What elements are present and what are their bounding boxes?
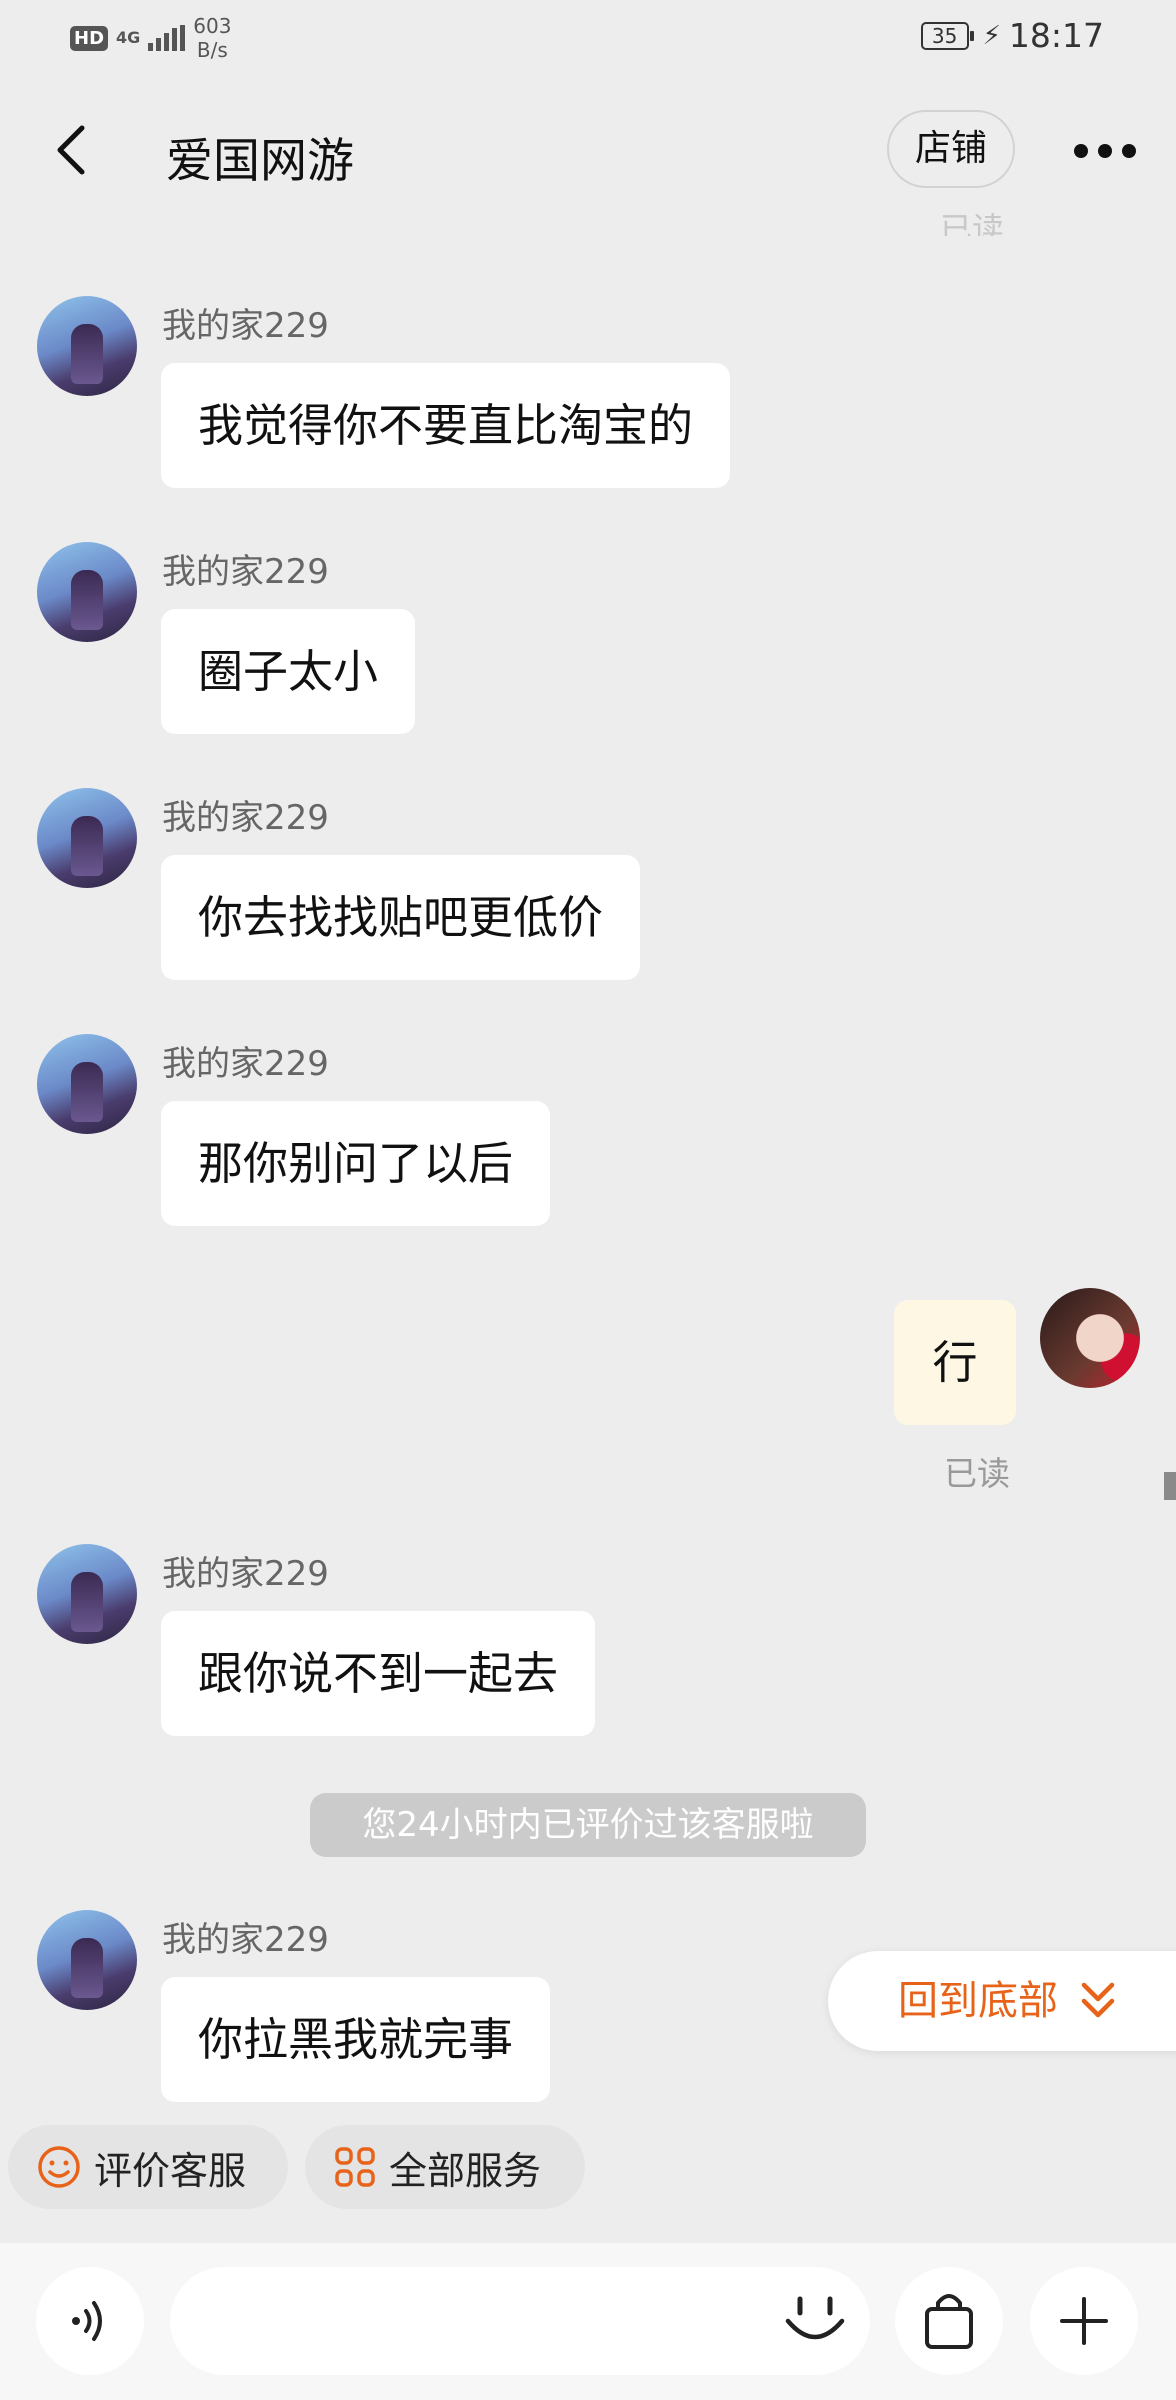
message-bubble[interactable]: 那你别问了以后 bbox=[161, 1101, 551, 1226]
avatar[interactable] bbox=[37, 788, 137, 888]
system-notice: 您24小时内已评价过该客服啦 bbox=[310, 1793, 866, 1857]
smiley-icon bbox=[38, 2146, 80, 2188]
message-bubble[interactable]: 你去找找贴吧更低价 bbox=[161, 855, 641, 980]
input-bar bbox=[0, 2243, 1176, 2400]
plus-icon bbox=[1060, 2297, 1108, 2345]
grid-icon bbox=[335, 2147, 375, 2187]
sender-name: 我的家229 bbox=[162, 306, 329, 346]
speed-unit: B/s bbox=[196, 38, 228, 62]
network-type: 4G bbox=[116, 28, 141, 47]
read-status: 已读 bbox=[940, 210, 1005, 236]
message-bubble[interactable]: 圈子太小 bbox=[161, 609, 416, 734]
hd-badge: HD bbox=[70, 25, 109, 51]
avatar[interactable] bbox=[37, 296, 137, 396]
avatar[interactable] bbox=[37, 542, 137, 642]
status-left: HD 4G 603 B/s bbox=[70, 14, 231, 62]
message-bubble[interactable]: 你拉黑我就完事 bbox=[161, 1977, 551, 2102]
emoji-icon[interactable] bbox=[780, 2291, 850, 2351]
clock: 18:17 bbox=[1008, 16, 1104, 55]
battery-icon: 35 bbox=[920, 21, 974, 50]
sender-name: 我的家229 bbox=[162, 1554, 329, 1594]
shopping-bag-icon bbox=[925, 2294, 973, 2349]
more-options-icon[interactable] bbox=[1074, 144, 1136, 158]
more-actions-button[interactable] bbox=[1030, 2267, 1138, 2375]
avatar[interactable] bbox=[37, 1544, 137, 1644]
signal-icon bbox=[148, 25, 186, 51]
voice-icon bbox=[72, 2301, 102, 2341]
chevron-left-icon bbox=[57, 125, 85, 175]
charging-icon: ⚡ bbox=[982, 20, 1001, 51]
avatar[interactable] bbox=[37, 1910, 137, 2010]
speed-value: 603 bbox=[193, 14, 232, 38]
page-title: 爱国网游 bbox=[166, 134, 354, 189]
read-status: 已读 bbox=[944, 1454, 1010, 1493]
message-input[interactable] bbox=[170, 2267, 870, 2375]
message-bubble[interactable]: 跟你说不到一起去 bbox=[161, 1611, 596, 1736]
status-right: 35 ⚡ 18:17 bbox=[920, 16, 1104, 55]
all-services-label: 全部服务 bbox=[389, 2148, 542, 2193]
sender-name: 我的家229 bbox=[162, 552, 329, 592]
message-bubble[interactable]: 我觉得你不要直比淘宝的 bbox=[161, 363, 731, 488]
shop-button[interactable]: 店铺 bbox=[887, 110, 1015, 188]
back-to-bottom-label: 回到底部 bbox=[898, 1978, 1058, 2024]
network-speed: 603 B/s bbox=[193, 14, 231, 62]
sender-name: 我的家229 bbox=[162, 1044, 329, 1084]
status-bar: HD 4G 603 B/s 35 ⚡ 18:17 bbox=[0, 0, 1176, 76]
rate-service-label: 评价客服 bbox=[94, 2148, 247, 2193]
all-services-button[interactable]: 全部服务 bbox=[305, 2125, 585, 2209]
sender-name: 我的家229 bbox=[162, 1920, 329, 1960]
sender-name: 我的家229 bbox=[162, 798, 329, 838]
voice-button[interactable] bbox=[36, 2267, 144, 2375]
double-chevron-down-icon bbox=[1081, 1982, 1115, 2018]
avatar-self[interactable] bbox=[1040, 1288, 1140, 1388]
back-to-bottom-button[interactable]: 回到底部 bbox=[828, 1951, 1176, 2051]
avatar[interactable] bbox=[37, 1034, 137, 1134]
scrollbar[interactable] bbox=[1164, 1472, 1176, 1500]
rate-service-button[interactable]: 评价客服 bbox=[8, 2125, 288, 2209]
back-button[interactable] bbox=[48, 120, 98, 180]
message-bubble-self[interactable]: 行 bbox=[894, 1300, 1016, 1425]
shopping-bag-button[interactable] bbox=[895, 2267, 1003, 2375]
